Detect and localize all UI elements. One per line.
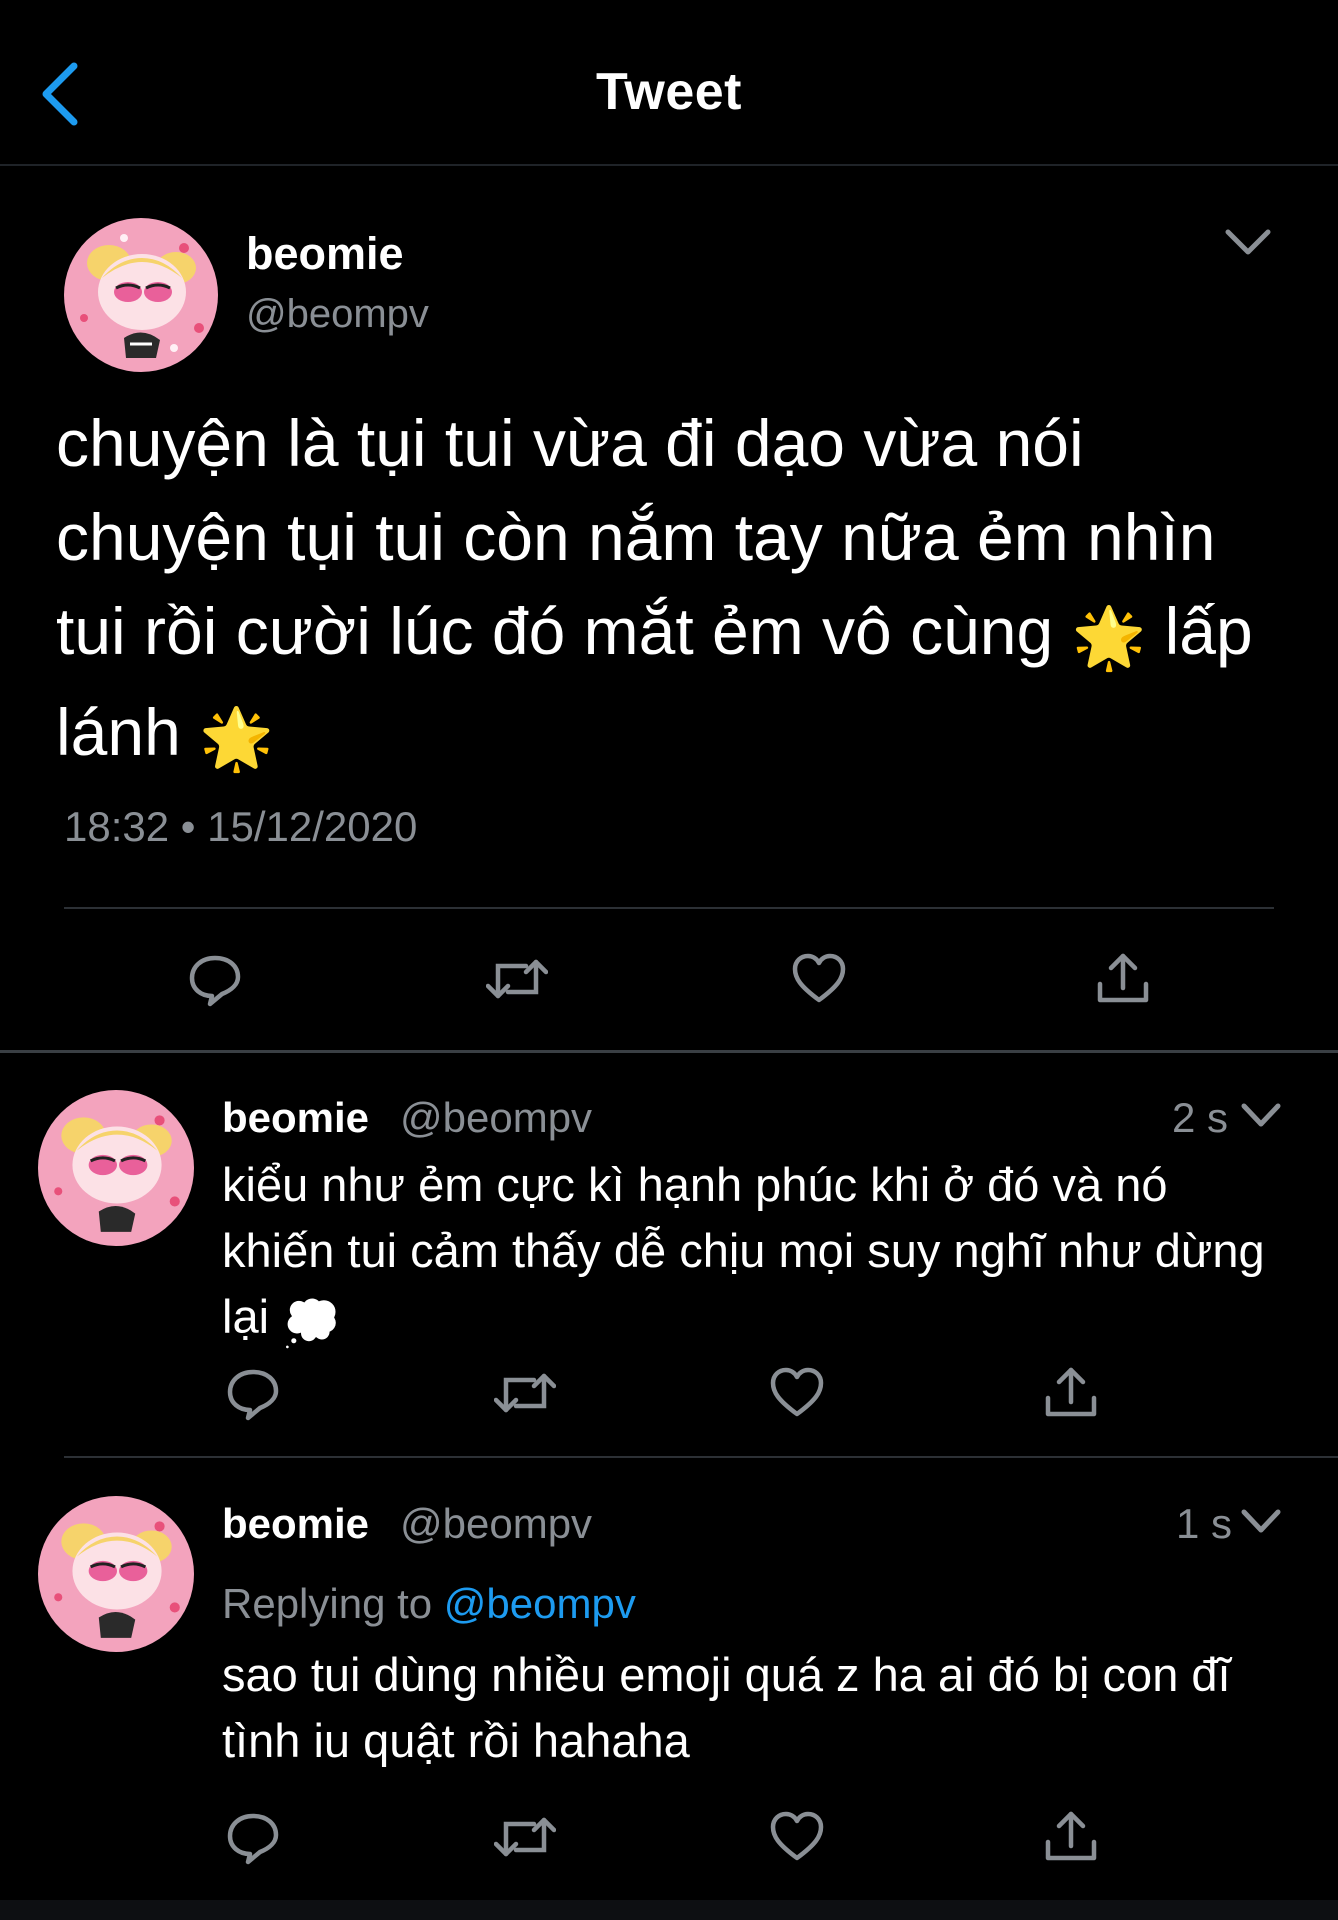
chevron-down-icon [1241, 1103, 1281, 1127]
divider [64, 1456, 1338, 1458]
avatar-image [38, 1090, 194, 1246]
like-button[interactable] [768, 1808, 826, 1866]
avatar[interactable] [64, 218, 218, 372]
divider [0, 1050, 1338, 1053]
sparkle-icon: 🌟 [199, 705, 274, 772]
like-icon [792, 953, 846, 1003]
reply-button[interactable] [186, 950, 244, 1008]
share-button[interactable] [1042, 1364, 1100, 1422]
reply-text-body: kiểu như ẻm cực kì hạnh phúc khi ở đó và… [222, 1158, 1265, 1343]
reply-icon [189, 955, 241, 1007]
retweet-icon [494, 1817, 556, 1857]
reply-time: 1 s [1176, 1500, 1233, 1547]
retweet-button[interactable] [494, 1364, 556, 1422]
divider [0, 1900, 1338, 1920]
mention-link[interactable]: @beompv [444, 1580, 636, 1627]
share-button[interactable] [1042, 1808, 1100, 1866]
page-title: Tweet [595, 63, 742, 121]
chevron-down-icon [1225, 229, 1271, 255]
reply-icon [227, 1813, 279, 1865]
reply-time: 2 s [1172, 1094, 1229, 1141]
like-icon [770, 1367, 824, 1417]
author-handle[interactable]: @beompv [246, 292, 429, 337]
like-icon [770, 1811, 824, 1861]
avatar[interactable] [38, 1090, 194, 1246]
tweet-timestamp[interactable]: 18:32 • 15/12/2020 [64, 803, 417, 851]
reply-button[interactable] [224, 1364, 282, 1422]
tweet-options-button[interactable] [1238, 1098, 1284, 1139]
author-name[interactable]: beomie [222, 1500, 369, 1548]
retweet-button[interactable] [494, 1808, 556, 1866]
avatar-image [38, 1496, 194, 1652]
tweet-options-button[interactable] [1222, 222, 1274, 267]
author-name[interactable]: beomie [246, 228, 404, 280]
like-button[interactable] [768, 1364, 826, 1422]
share-icon [1097, 953, 1149, 1003]
avatar-image [64, 218, 218, 372]
retweet-button[interactable] [486, 950, 548, 1008]
reply-text: sao tui dùng nhiều emoji quá z ha ai đó … [222, 1648, 1231, 1767]
author-handle[interactable]: @beompv [400, 1500, 592, 1548]
reply-button[interactable] [224, 1808, 282, 1866]
tweet-text-body: chuyện là tụi tui vừa đi dạo vừa nói chu… [56, 406, 1216, 668]
reply-text: kiểu như ẻm cực kì hạnh phúc khi ở đó và… [222, 1152, 1282, 1356]
sparkle-icon: 🌟 [1071, 604, 1147, 671]
share-button[interactable] [1094, 950, 1152, 1008]
author-name[interactable]: beomie [222, 1094, 369, 1142]
author-handle[interactable]: @beompv [400, 1094, 592, 1142]
tweet-options-button[interactable] [1238, 1504, 1284, 1545]
avatar[interactable] [38, 1496, 194, 1652]
divider [64, 907, 1274, 909]
share-icon [1045, 1367, 1097, 1417]
replying-to: Replying to @beompv [222, 1580, 636, 1628]
tweet-text: chuyện là tụi tui vừa đi dạo vừa nói chu… [56, 396, 1296, 786]
replying-label: Replying to [222, 1580, 433, 1627]
retweet-icon [494, 1373, 556, 1413]
like-button[interactable] [790, 950, 848, 1008]
top-bar: Tweet [0, 0, 1338, 166]
share-icon [1045, 1811, 1097, 1861]
chevron-down-icon [1241, 1509, 1281, 1533]
thought-balloon-icon: 💭 [282, 1296, 341, 1349]
retweet-icon [486, 959, 548, 999]
reply-icon [227, 1369, 279, 1421]
